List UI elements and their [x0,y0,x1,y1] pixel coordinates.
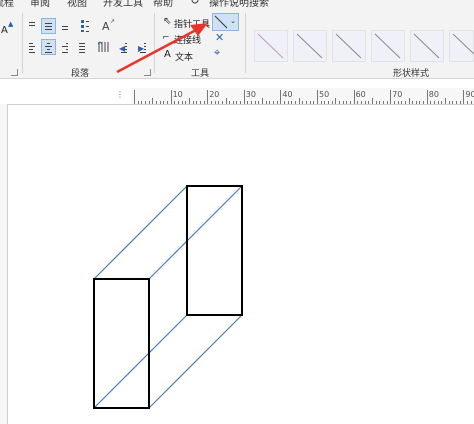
drawing-canvas [93,185,243,409]
front-rectangle[interactable] [93,278,150,409]
back-rectangle[interactable] [186,185,243,316]
box-edges[interactable] [93,185,243,409]
